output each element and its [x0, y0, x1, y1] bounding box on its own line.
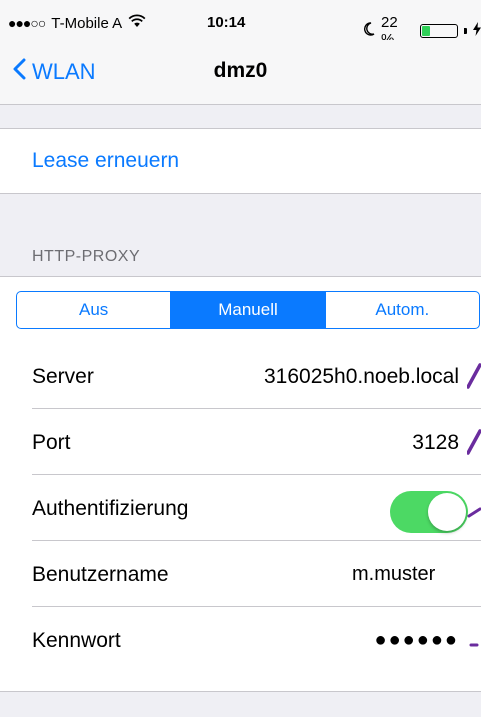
port-label: Port	[32, 431, 71, 454]
authentication-row: Authentifizierung	[0, 475, 481, 541]
toggle-knob	[428, 493, 466, 531]
pen-mark-icon	[467, 505, 481, 518]
lease-group: Lease erneuern	[0, 128, 481, 194]
proxy-mode-segmented-control: Aus Manuell Autom.	[16, 291, 480, 329]
page-title: dmz0	[213, 59, 268, 82]
username-field[interactable]: m.muster	[352, 563, 435, 586]
segment-manual[interactable]: Manuell	[170, 292, 325, 328]
carrier-info: ●●●○○ T-Mobile A	[8, 14, 146, 32]
authentication-toggle[interactable]	[390, 491, 468, 533]
password-field[interactable]: ●●●●●●	[375, 629, 459, 652]
pen-mark-icon	[466, 363, 481, 389]
username-label: Benutzername	[32, 563, 169, 586]
authentication-label: Authentifizierung	[32, 497, 189, 520]
moon-icon	[363, 22, 375, 40]
navigation-bar: WLAN dmz0	[0, 40, 481, 105]
http-proxy-header: HTTP-PROXY	[32, 248, 141, 265]
pen-mark-icon	[466, 429, 481, 455]
renew-lease-button[interactable]: Lease erneuern	[32, 149, 179, 173]
port-field[interactable]: 3128	[412, 431, 459, 455]
segment-auto[interactable]: Autom.	[324, 292, 479, 328]
battery-fill	[421, 26, 430, 36]
password-row[interactable]: Kennwort ●●●●●●	[0, 607, 481, 673]
charging-icon	[473, 22, 481, 40]
username-row[interactable]: Benutzername m.muster	[0, 541, 481, 607]
segment-off[interactable]: Aus	[17, 292, 170, 328]
wifi-icon	[128, 14, 146, 32]
signal-strength: ●●●○○	[8, 15, 46, 31]
battery-tip	[464, 28, 467, 34]
server-row[interactable]: Server 316025h0.noeb.local	[0, 343, 481, 409]
status-time: 10:14	[207, 14, 246, 31]
port-row[interactable]: Port 3128	[0, 409, 481, 475]
battery-icon	[419, 24, 459, 38]
http-proxy-group: Aus Manuell Autom. Server 316025h0.noeb.…	[0, 276, 481, 692]
password-label: Kennwort	[32, 629, 121, 652]
status-bar: ●●●○○ T-Mobile A 10:14 22 %	[0, 0, 481, 48]
server-label: Server	[32, 365, 94, 388]
pen-mark-icon	[467, 637, 481, 647]
carrier-name: T-Mobile A	[51, 14, 123, 32]
server-field[interactable]: 316025h0.noeb.local	[264, 365, 459, 389]
